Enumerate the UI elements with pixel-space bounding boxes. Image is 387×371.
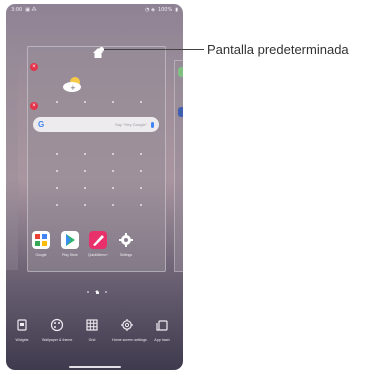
palette-icon <box>50 318 64 332</box>
grid-slot-dot <box>140 187 142 189</box>
battery-percent: 100% <box>157 7 173 13</box>
app-label: Settings <box>119 253 133 257</box>
svg-text:+: + <box>70 84 76 92</box>
quickmemo-icon <box>93 235 104 246</box>
grid-slot-dot <box>112 101 114 103</box>
gesture-navigation-bar[interactable] <box>69 366 121 368</box>
edit-mode-toolbar: Widgets Wallpaper & theme Grid Home scre… <box>6 318 183 352</box>
status-bar: 3:00 ▣ ⁂ ◔ ◈ 100% ▮ <box>6 4 183 16</box>
app-trash-icon <box>156 320 168 331</box>
grid-slot-dot <box>56 204 58 206</box>
grid-slot-dot <box>140 153 142 155</box>
previous-home-panel[interactable] <box>6 46 18 270</box>
settings-gear-icon <box>119 233 133 247</box>
google-folder-icon <box>35 234 47 246</box>
widgets-button[interactable]: Widgets <box>7 318 37 342</box>
callout-label: Pantalla predeterminada <box>207 42 349 57</box>
grid-slot-dot <box>84 101 86 103</box>
search-placeholder: Say "Hey Google" <box>115 122 147 127</box>
grid-slot-dot <box>56 101 58 103</box>
signal-icons: ◔ ◈ <box>145 7 155 13</box>
grid-slot-dot <box>84 187 86 189</box>
page-dot <box>105 291 107 293</box>
grid-slot-dot <box>84 170 86 172</box>
app-label: Play Store <box>62 253 78 257</box>
grid-slot-dot <box>112 204 114 206</box>
next-home-panel[interactable] <box>174 60 183 272</box>
battery-icon: ▮ <box>175 7 178 13</box>
app-quickmemo[interactable] <box>89 231 107 249</box>
home-screen-settings-button[interactable]: Home screen settings <box>112 318 147 342</box>
grid-slot-dot <box>84 204 86 206</box>
grid-slot-dot <box>56 170 58 172</box>
grid-slot-dot <box>112 187 114 189</box>
google-search-widget[interactable]: G Say "Hey Google" <box>33 117 159 132</box>
notification-icons: ▣ ⁂ <box>25 7 37 13</box>
settings-icon <box>121 319 133 331</box>
wallpaper-theme-button[interactable]: Wallpaper & theme <box>42 318 72 342</box>
app-play-store[interactable] <box>61 231 79 249</box>
microphone-icon[interactable] <box>151 121 154 128</box>
remove-widget-button[interactable]: × <box>30 102 38 110</box>
page-dot <box>87 291 89 293</box>
weather-widget-icon[interactable]: + <box>61 74 85 94</box>
grid-slot-dot <box>84 153 86 155</box>
grid-slot-dot <box>140 204 142 206</box>
phone-screen: 3:00 ▣ ⁂ ◔ ◈ 100% ▮ × × + G Say "Hey Goo… <box>6 4 183 370</box>
widgets-icon <box>17 319 27 331</box>
next-panel-app-icon <box>178 107 183 117</box>
grid-slot-dot <box>56 153 58 155</box>
app-label: QuickMemo+ <box>87 253 109 257</box>
remove-widget-button[interactable]: × <box>30 63 38 71</box>
app-label: Google <box>35 253 47 257</box>
grid-icon <box>86 319 98 331</box>
home-page-indicator-icon <box>95 290 99 294</box>
page-indicator[interactable] <box>87 290 107 294</box>
next-panel-app-icon <box>178 67 183 77</box>
app-settings[interactable] <box>117 231 135 249</box>
grid-slot-dot <box>140 170 142 172</box>
play-store-icon <box>66 234 75 246</box>
grid-slot-dot <box>112 170 114 172</box>
callout-anchor-dot <box>99 47 104 52</box>
callout-leader-line <box>101 49 204 50</box>
grid-slot-dot <box>112 153 114 155</box>
app-google-folder[interactable] <box>32 231 50 249</box>
app-trash-button[interactable]: App trash <box>147 318 177 342</box>
grid-slot-dot <box>56 187 58 189</box>
grid-button[interactable]: Grid <box>77 318 107 342</box>
grid-slot-dot <box>140 101 142 103</box>
status-time: 3:00 <box>11 7 23 13</box>
